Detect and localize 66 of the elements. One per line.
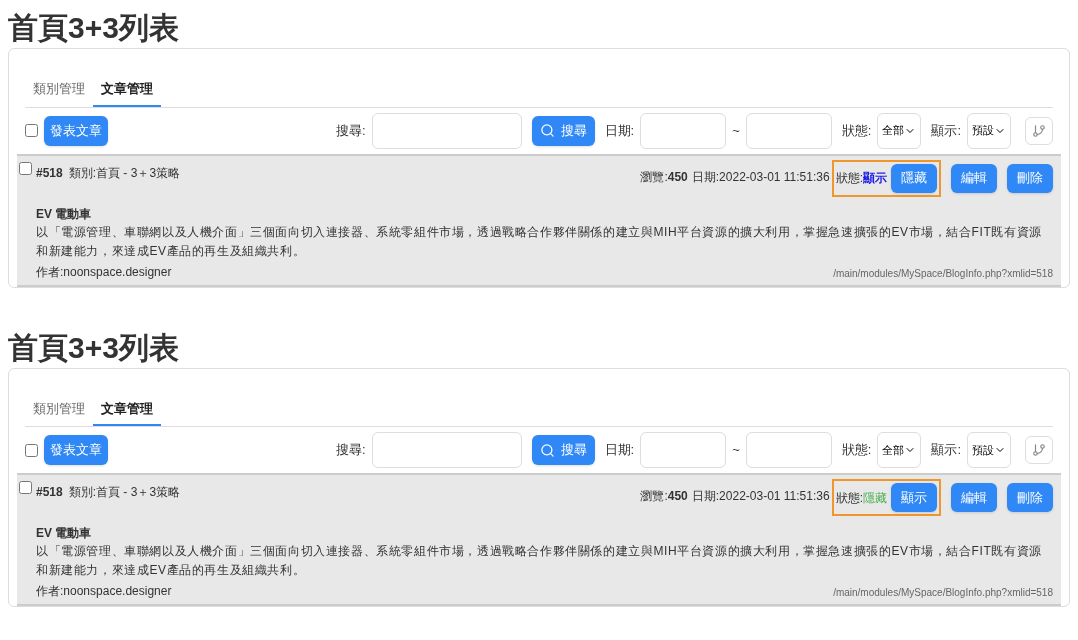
edit-button[interactable]: 編輯 [951,483,997,512]
start-date-field[interactable] [640,112,727,149]
display-dropdown[interactable]: 預設 [967,432,1011,468]
article-title: EV 電動車 [36,525,92,542]
article-category: 類別:首頁 - 3＋3策略 [68,484,181,501]
status-text: 狀態: [835,489,863,507]
search-icon [539,123,555,138]
status-dropdown[interactable]: 全部 [877,112,922,149]
view-count: 瀏覽:450 [640,168,688,186]
post-article-button[interactable]: 發表文章 [44,115,108,146]
search-label: 搜尋: [335,121,366,140]
search-icon [539,442,555,458]
status-value: 顯示 [863,170,887,187]
delete-button[interactable]: 刪除 [1007,483,1053,512]
article-author: 作者:noonspace.designer [36,263,172,281]
select-all-checkbox[interactable] [25,124,38,137]
toggle-visibility-button[interactable]: 隱藏 [891,163,937,193]
article-id: #518 [36,164,63,182]
article-date: 日期:2022-03-01 11:51:36 [691,168,830,186]
status-value: 隱藏 [863,489,887,507]
article-category: 類別:首頁 - 3＋3策略 [68,164,181,182]
date-label: 日期: [604,441,635,460]
post-article-button[interactable]: 發表文章 [44,435,108,465]
edit-button[interactable]: 編輯 [951,163,997,193]
date-separator: ~ [732,441,740,460]
branch-button[interactable] [1025,436,1053,464]
article-author: 作者:noonspace.designer [36,583,172,600]
display-label: 顯示: [931,121,961,140]
article-title: EV 電動車 [36,205,92,223]
article-checkbox[interactable] [19,481,32,494]
date-label: 日期: [604,121,635,140]
article-body: 以「電源管理、車聯網以及人機介面」三個面向切入連接器、系統零組件市場，透過戰略合作夥伴關係的建立與MIH平台資源的擴大利用，掌握急速擴張的EV市場，結合FIT既有資源和新建能力，來達成EV產品的再生及組織共利。 [36,223,1043,260]
page-heading: 首頁3+3列表 [7,10,180,46]
status-dropdown[interactable]: 全部 [877,432,922,468]
status-label: 狀態: [841,441,872,460]
end-date-field[interactable] [745,432,832,468]
display-dropdown[interactable]: 預設 [967,112,1011,149]
article-url: /main/modules/MySpace/BlogInfo.php?xmlid=518 [833,586,1053,600]
view-count: 瀏覽:450 [640,488,688,505]
display-label: 顯示: [931,441,961,460]
search-button[interactable]: 搜尋 [531,435,595,465]
toggle-visibility-button[interactable]: 顯示 [891,483,937,512]
tab[interactable]: 類別管理 [25,392,93,426]
end-date-field[interactable] [745,112,832,149]
search-field[interactable] [371,112,522,149]
search-field[interactable] [371,432,522,468]
select-all-checkbox[interactable] [25,443,38,457]
article-checkbox[interactable] [19,161,32,175]
tab[interactable]: 類別管理 [25,73,93,107]
delete-button[interactable]: 刪除 [1007,163,1053,193]
article-url: /main/modules/MySpace/BlogInfo.php?xmlid=518 [833,266,1053,281]
article-id: #518 [36,484,63,501]
article-date: 日期:2022-03-01 11:51:36 [691,488,830,505]
date-separator: ~ [732,121,740,140]
tab[interactable]: 文章管理 [93,73,161,107]
branch-icon [1032,443,1046,457]
search-button[interactable]: 搜尋 [531,115,595,146]
status-text: 狀態: [835,170,863,187]
search-label: 搜尋: [335,441,366,460]
start-date-field[interactable] [640,432,727,468]
status-label: 狀態: [841,121,872,140]
branch-button[interactable] [1025,116,1053,145]
branch-icon [1032,123,1046,138]
page-heading: 首頁3+3列表 [7,329,180,366]
tab[interactable]: 文章管理 [93,392,161,426]
article-body: 以「電源管理、車聯網以及人機介面」三個面向切入連接器、系統零組件市場，透過戰略合作夥伴關係的建立與MIH平台資源的擴大利用，掌握急速擴張的EV市場，結合FIT既有資源和新建能力，來達成EV產品的再生及組織共利。 [36,543,1043,579]
